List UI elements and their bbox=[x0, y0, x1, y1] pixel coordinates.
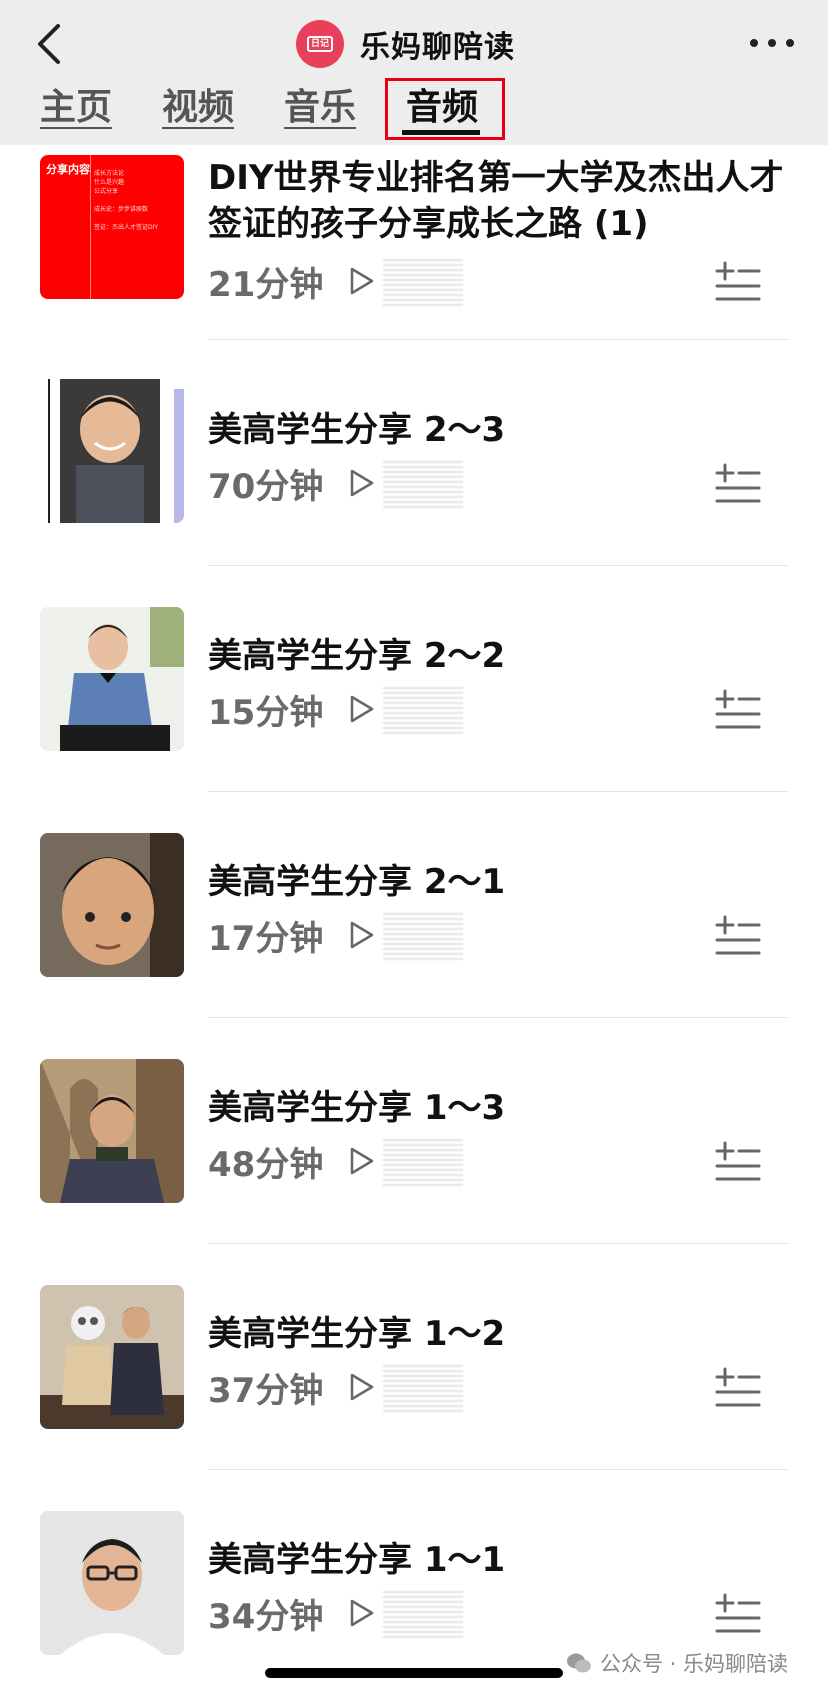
student-photo bbox=[40, 607, 184, 751]
play-icon[interactable] bbox=[349, 266, 375, 296]
item-duration: 48分钟 bbox=[208, 1144, 324, 1185]
wechat-icon bbox=[567, 1653, 591, 1673]
student-photo bbox=[40, 1059, 184, 1203]
item-thumbnail: 分享内容 成长方法论 什么是兴趣 公式分享 成长史：步步讲原数 签证：杰出人才签… bbox=[40, 155, 184, 299]
item-divider bbox=[208, 339, 788, 340]
blurred-play-count bbox=[383, 684, 464, 734]
item-meta: 37分钟 bbox=[208, 1362, 464, 1412]
student-photo bbox=[40, 833, 184, 977]
account-avatar[interactable]: 日记 bbox=[296, 20, 344, 68]
avatar-logo-text: 日记 bbox=[307, 36, 333, 52]
play-icon[interactable] bbox=[349, 920, 375, 950]
watermark-text: 公众号 · 乐妈聊陪读 bbox=[600, 1652, 789, 1676]
item-duration: 15分钟 bbox=[208, 692, 324, 733]
blurred-play-count bbox=[383, 256, 464, 306]
thumbnail-subtext: 成长方法论 什么是兴趣 公式分享 成长史：步步讲原数 签证：杰出人才签证DIY bbox=[94, 170, 159, 231]
add-to-playlist-icon[interactable] bbox=[715, 915, 761, 955]
home-indicator[interactable] bbox=[265, 1668, 563, 1678]
play-icon[interactable] bbox=[349, 1146, 375, 1176]
item-duration: 21分钟 bbox=[208, 264, 324, 305]
add-to-playlist-icon[interactable] bbox=[715, 463, 761, 503]
more-dot-icon bbox=[750, 39, 758, 47]
item-divider bbox=[208, 1469, 788, 1470]
back-button[interactable] bbox=[30, 20, 70, 68]
more-dot-icon bbox=[768, 39, 776, 47]
item-thumbnail bbox=[40, 607, 184, 751]
list-item[interactable]: 分享内容 成长方法论 什么是兴趣 公式分享 成长史：步步讲原数 签证：杰出人才签… bbox=[0, 145, 828, 371]
item-meta: 21分钟 bbox=[208, 256, 464, 306]
item-divider bbox=[208, 1017, 788, 1018]
item-thumbnail bbox=[40, 1059, 184, 1203]
item-divider bbox=[208, 791, 788, 792]
item-title[interactable]: 美高学生分享 2～2 bbox=[208, 633, 788, 679]
item-thumbnail bbox=[40, 379, 184, 523]
tab-music[interactable]: 音乐 bbox=[284, 82, 356, 138]
item-thumbnail bbox=[40, 833, 184, 977]
item-duration: 17分钟 bbox=[208, 918, 324, 959]
more-options-button[interactable] bbox=[750, 30, 794, 56]
add-to-playlist-icon[interactable] bbox=[715, 1367, 761, 1407]
play-icon[interactable] bbox=[349, 1598, 375, 1628]
list-item[interactable]: 美高学生分享 1～3 48分钟 bbox=[0, 1049, 828, 1275]
item-thumbnail bbox=[40, 1511, 184, 1655]
item-duration: 70分钟 bbox=[208, 466, 324, 507]
blurred-play-count bbox=[383, 1362, 464, 1412]
item-divider bbox=[208, 1243, 788, 1244]
blurred-play-count bbox=[383, 1136, 464, 1186]
item-duration: 37分钟 bbox=[208, 1370, 324, 1411]
wechat-watermark: 公众号 · 乐妈聊陪读 bbox=[566, 1648, 788, 1678]
item-duration: 34分钟 bbox=[208, 1596, 324, 1637]
thumbnail-divider bbox=[90, 155, 91, 299]
item-title[interactable]: 美高学生分享 2～1 bbox=[208, 859, 788, 905]
account-name[interactable]: 乐妈聊陪读 bbox=[360, 22, 515, 66]
play-icon[interactable] bbox=[349, 468, 375, 498]
list-item[interactable]: 美高学生分享 2～2 15分钟 bbox=[0, 597, 828, 823]
blurred-play-count bbox=[383, 910, 464, 960]
list-item[interactable]: 美高学生分享 1～2 37分钟 bbox=[0, 1275, 828, 1501]
active-tab-underline bbox=[402, 130, 480, 135]
account-header[interactable]: 日记 乐妈聊陪读 bbox=[296, 18, 515, 70]
item-thumbnail bbox=[40, 1285, 184, 1429]
item-title[interactable]: 美高学生分享 2～3 bbox=[208, 407, 788, 453]
item-divider bbox=[208, 565, 788, 566]
item-meta: 48分钟 bbox=[208, 1136, 464, 1186]
item-meta: 70分钟 bbox=[208, 458, 464, 508]
tab-home[interactable]: 主页 bbox=[40, 82, 112, 138]
item-meta: 15分钟 bbox=[208, 684, 464, 734]
student-photo bbox=[48, 379, 184, 523]
item-title[interactable]: DIY世界专业排名第一大学及杰出人才签证的孩子分享成长之路 (1) bbox=[208, 155, 788, 247]
item-title[interactable]: 美高学生分享 1～3 bbox=[208, 1085, 788, 1131]
add-to-playlist-icon[interactable] bbox=[715, 1593, 761, 1633]
add-to-playlist-icon[interactable] bbox=[715, 1141, 761, 1181]
play-icon[interactable] bbox=[349, 694, 375, 724]
more-dot-icon bbox=[786, 39, 794, 47]
item-meta: 17分钟 bbox=[208, 910, 464, 960]
list-item[interactable]: 美高学生分享 2～3 70分钟 bbox=[0, 371, 828, 597]
item-title[interactable]: 美高学生分享 1～2 bbox=[208, 1311, 788, 1357]
top-bar: 日记 乐妈聊陪读 主页 视频 音乐 音频 bbox=[0, 0, 828, 145]
blurred-play-count bbox=[383, 458, 464, 508]
student-photo bbox=[40, 1285, 184, 1429]
item-meta: 34分钟 bbox=[208, 1588, 464, 1638]
list-item[interactable]: 美高学生分享 2～1 17分钟 bbox=[0, 823, 828, 1049]
play-icon[interactable] bbox=[349, 1372, 375, 1402]
item-title[interactable]: 美高学生分享 1～1 bbox=[208, 1537, 788, 1583]
student-photo bbox=[40, 1511, 184, 1655]
tab-video[interactable]: 视频 bbox=[162, 82, 234, 138]
chevron-left-icon bbox=[38, 24, 60, 64]
add-to-playlist-icon[interactable] bbox=[715, 261, 761, 301]
add-to-playlist-icon[interactable] bbox=[715, 689, 761, 729]
blurred-play-count bbox=[383, 1588, 464, 1638]
